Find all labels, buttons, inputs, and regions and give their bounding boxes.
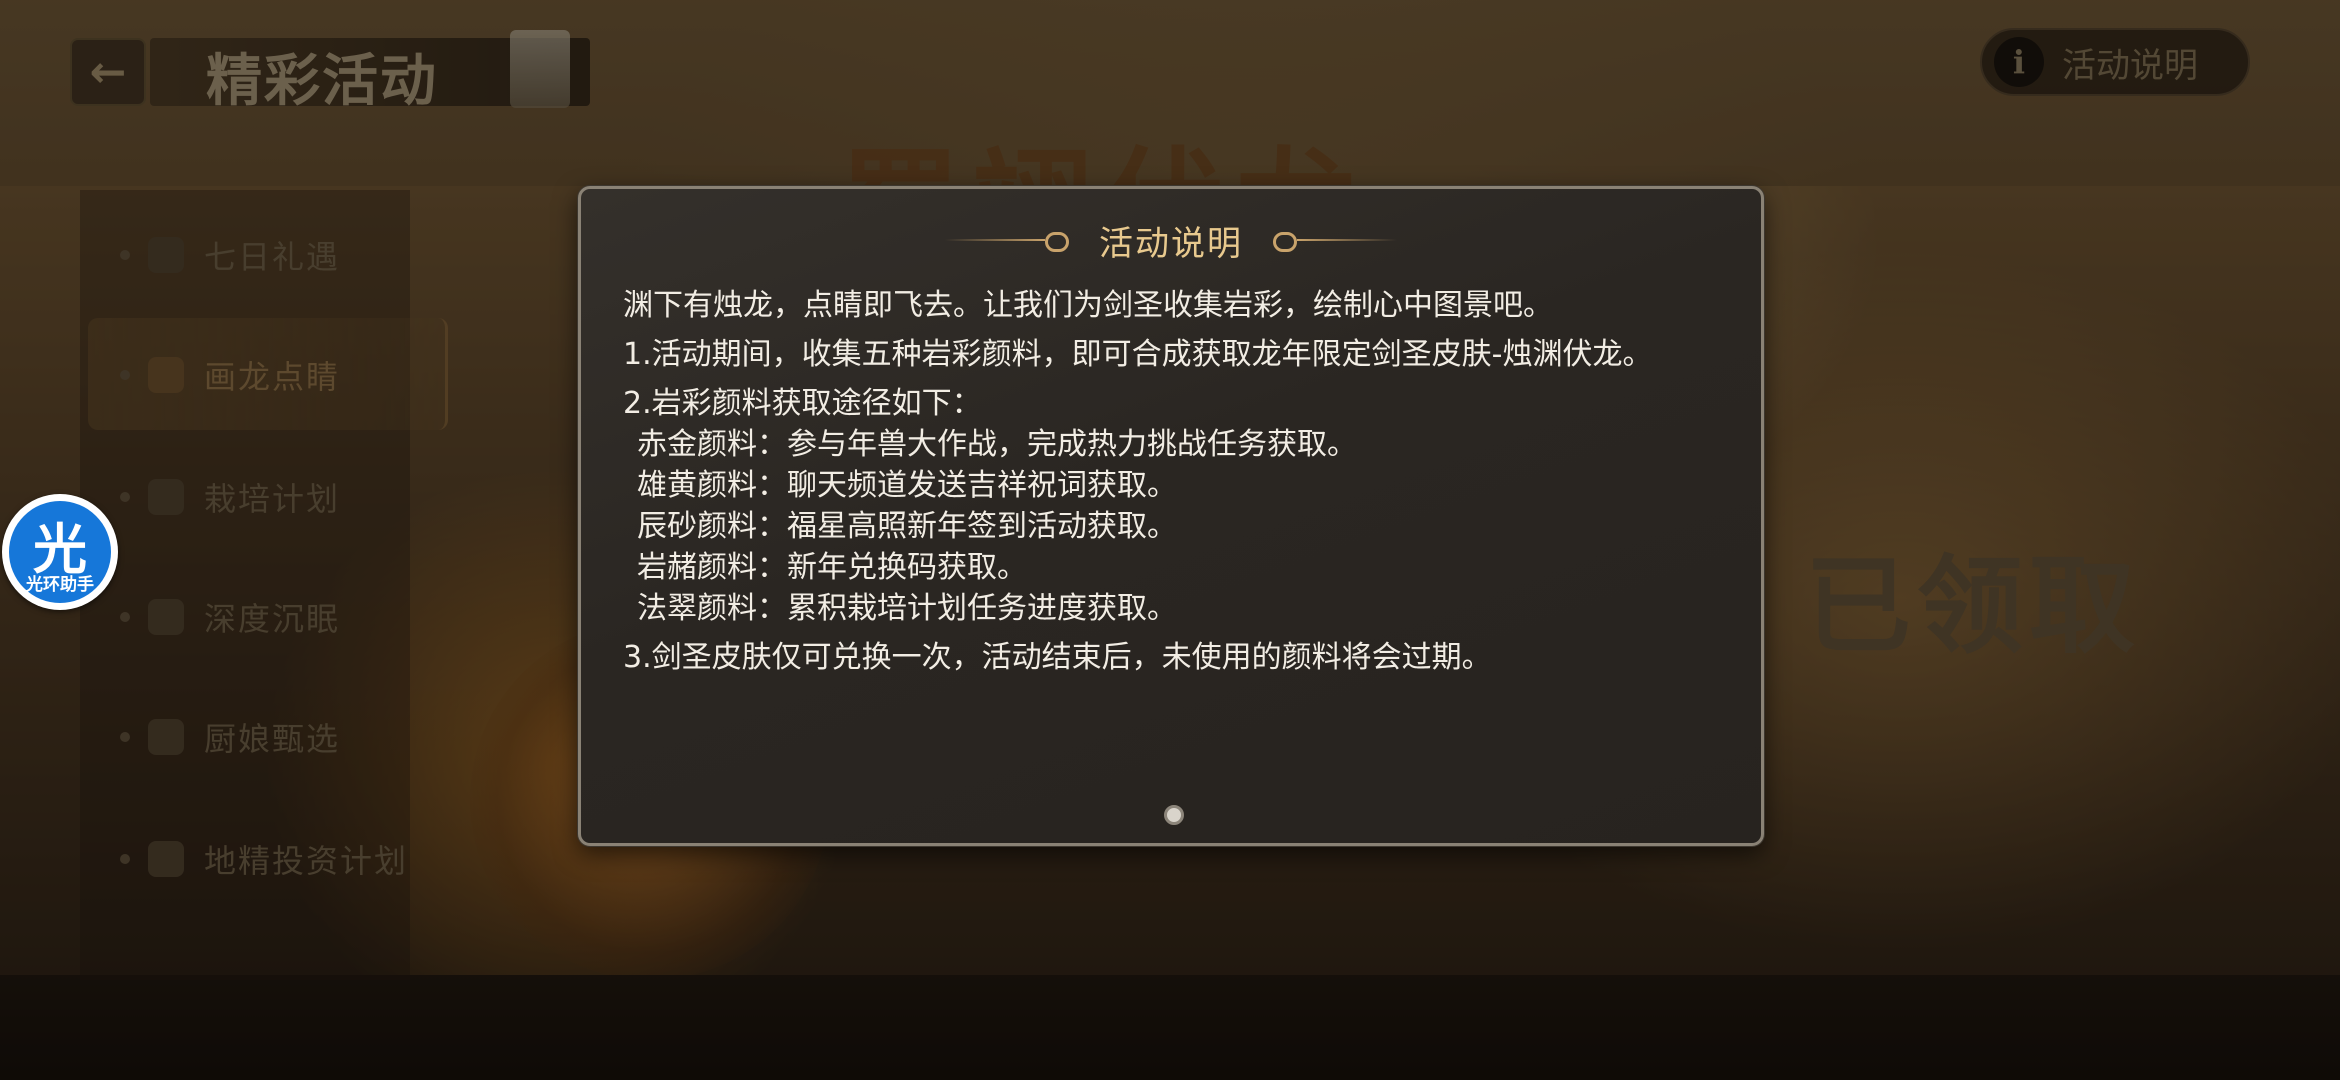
page-indicator-dot[interactable] [1164,805,1184,825]
ornament-left-icon [945,230,1075,252]
source-item: 法翠颜料：累积栽培计划任务进度获取。 [637,591,1177,626]
source-item: 辰砂颜料：福星高照新年签到活动获取。 [637,509,1177,544]
dialog-body: 渊下有烛龙，点睛即飞去。让我们为剑圣收集岩彩，绘制心中图景吧。 1.活动期间，收… [623,285,1733,678]
rule-3: 3.剑圣皮肤仅可兑换一次，活动结束后，未使用的颜料将会过期。 [623,640,1492,675]
assistant-float-button[interactable]: 光 光环助手 [2,494,118,610]
source-item: 赤金颜料：参与年兽大作战，完成热力挑战任务获取。 [637,427,1357,462]
assistant-logo-icon: 光 光环助手 [9,501,111,603]
event-info-dialog: 活动说明 渊下有烛龙，点睛即飞去。让我们为剑圣收集岩彩，绘制心中图景吧。 1.活… [578,186,1764,846]
rule-2: 2.岩彩颜料获取途径如下： [623,386,982,421]
dialog-title: 活动说明 [1099,223,1243,264]
source-item: 岩赭颜料：新年兑换码获取。 [637,550,1027,585]
source-item: 雄黄颜料：聊天频道发送吉祥祝词获取。 [637,468,1177,503]
ornament-right-icon [1267,230,1397,252]
dialog-header: 活动说明 [581,215,1761,265]
rule-1: 1.活动期间，收集五种岩彩颜料，即可合成获取龙年限定剑圣皮肤-烛渊伏龙。 [623,337,1653,372]
assistant-caption: 光环助手 [26,575,94,595]
intro-text: 渊下有烛龙，点睛即飞去。让我们为剑圣收集岩彩，绘制心中图景吧。 [623,288,1553,323]
